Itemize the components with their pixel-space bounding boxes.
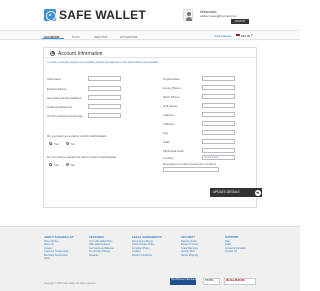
phone-confirm-question: Do you want a telephone call to confirm … xyxy=(47,155,117,159)
us-flag-icon xyxy=(236,33,240,37)
footer-link[interactable]: Report Phishing xyxy=(181,254,221,257)
work-phone-label: Work Phone xyxy=(163,95,180,99)
country-select[interactable]: United states xyxy=(202,155,235,160)
email-confirm-yes-radio[interactable] xyxy=(49,142,52,145)
footer-link[interactable]: Privacy Conditions xyxy=(132,254,172,257)
avatar-icon xyxy=(183,9,193,21)
account-info-panel: Account Information In order to better p… xyxy=(43,47,257,208)
footer-link[interactable]: Contact Us xyxy=(225,250,265,253)
cell-phone-label: Cell phone xyxy=(163,104,178,108)
footer-link[interactable]: Rewards xyxy=(89,254,129,257)
email-confirm-question: Do you want an email to confirm withdraw… xyxy=(47,134,107,138)
secondary-email-label: Secondary Email Address xyxy=(47,96,82,100)
safe-logo-icon[interactable] xyxy=(44,9,56,21)
footer-link[interactable]: News xyxy=(44,257,84,260)
state-input[interactable] xyxy=(202,139,235,144)
panel-title: Account Information xyxy=(58,50,103,57)
copyright-text: Copyright © 2011 Safe wallet. All rights… xyxy=(44,282,96,285)
address-2-label: Address xyxy=(163,122,175,126)
logout-button[interactable]: LOGOUT xyxy=(231,19,249,24)
organization-label: Organization xyxy=(163,77,181,81)
email-confirm-yes-label: Yes xyxy=(54,142,59,146)
footer-column-features: FEATURES Your safe wallet Plans Safe wal… xyxy=(89,235,129,257)
update-details-button[interactable]: UPDATE DETAILS ➜ xyxy=(210,188,262,197)
header: SAFE WALLET Welcome, addetc.sweet@hotmai… xyxy=(0,0,300,30)
address-input[interactable] xyxy=(202,112,235,117)
nav-deposit[interactable]: DEPOSIT xyxy=(94,35,108,39)
footer-heading: SECURITY xyxy=(181,235,196,239)
address-2-input[interactable] xyxy=(202,121,235,126)
confirm-password-label: Confirm Password Change xyxy=(47,114,83,118)
city-label: City xyxy=(163,131,169,135)
footer-heading: LEGAL AGREEMENTS xyxy=(132,235,162,239)
balance-label: Total balance xyxy=(214,33,232,38)
logo-text[interactable]: SAFE WALLET xyxy=(59,8,146,22)
email-input[interactable] xyxy=(88,86,121,91)
change-password-input[interactable] xyxy=(88,104,121,109)
change-password-label: Change Password xyxy=(47,105,72,109)
phone-confirm-yes-label: Yes xyxy=(54,163,59,167)
phone-confirm-no-radio[interactable] xyxy=(66,163,69,166)
email-confirm-no-radio[interactable] xyxy=(66,142,69,145)
footer-column-support: SUPPORT Help FAQs Contact Information Co… xyxy=(225,235,265,254)
panel-header: Account Information xyxy=(44,48,257,58)
zip-label: Zip/Postal code xyxy=(163,149,184,153)
city-input[interactable] xyxy=(202,130,235,135)
footer-heading: FEATURES xyxy=(89,235,104,239)
arrow-right-icon: ➜ xyxy=(254,189,261,196)
intro-text: In order to better protect your wallet p… xyxy=(47,60,160,64)
email-confirm-no-label: No xyxy=(71,142,75,146)
organization-input[interactable] xyxy=(202,76,235,81)
email-label: Email Address xyxy=(47,87,67,91)
emergency-contact-input[interactable] xyxy=(163,167,219,172)
username-input[interactable] xyxy=(88,76,121,81)
nav-withdraw[interactable]: WITHDRAW xyxy=(120,35,138,39)
pci-badge[interactable]: The Payment Card Industry xyxy=(170,278,196,285)
footer-column-about: ABOUT SAFEWALLET How it Works About Us C… xyxy=(44,235,84,260)
emergency-contact-label: Emergency contact (name and number) xyxy=(163,162,216,166)
footer: ABOUT SAFEWALLET How it Works About Us C… xyxy=(0,226,300,291)
nav-play[interactable]: PLAY xyxy=(72,35,80,39)
chevron-down-icon[interactable]: ▾ xyxy=(251,33,253,37)
active-tab-indicator xyxy=(42,38,64,39)
phone-confirm-yes-radio[interactable] xyxy=(49,163,52,166)
mcafee-badge[interactable]: McAfee SECURE xyxy=(224,278,256,285)
footer-heading: ABOUT SAFEWALLET xyxy=(44,235,74,239)
footer-column-security: SECURITY Security Guide Privacy Promise … xyxy=(181,235,221,257)
username-label: Username xyxy=(47,77,61,81)
work-phone-input[interactable] xyxy=(202,94,235,99)
zip-input[interactable] xyxy=(202,148,235,153)
cell-phone-input[interactable] xyxy=(202,103,235,108)
footer-heading: SUPPORT xyxy=(225,235,239,239)
country-label: Country xyxy=(163,156,174,160)
state-label: State xyxy=(163,140,171,144)
address-label: Address xyxy=(163,113,175,117)
user-icon xyxy=(50,50,55,56)
user-email: addetc.sweet@hotmail.com xyxy=(200,14,237,18)
footer-column-legal: LEGAL AGREEMENTS Terms & Conditions Onli… xyxy=(132,235,172,257)
balance-value: $10.00 xyxy=(241,33,251,38)
confirm-password-input[interactable] xyxy=(88,113,121,118)
home-phone-input[interactable] xyxy=(202,85,235,90)
truste-badge[interactable]: TRUSTe xyxy=(203,278,220,285)
secondary-email-input[interactable] xyxy=(88,95,121,100)
home-phone-label: Home Phone xyxy=(163,86,181,90)
update-details-label: UPDATE DETAILS xyxy=(213,190,240,194)
phone-confirm-no-label: No xyxy=(71,163,75,167)
